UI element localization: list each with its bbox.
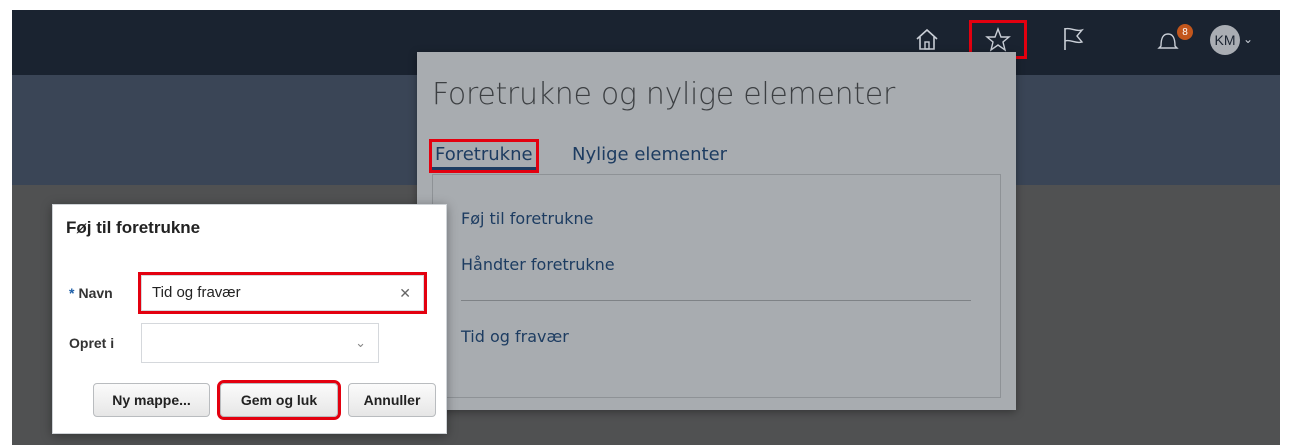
- favorites-popup: Foretrukne og nylige elementer Foretrukn…: [417, 52, 1016, 410]
- name-field[interactable]: Tid og fravær ✕: [138, 272, 427, 314]
- tab-favorites[interactable]: Foretrukne: [429, 139, 539, 173]
- home-icon[interactable]: [912, 24, 942, 54]
- cancel-button[interactable]: Annuller: [348, 383, 436, 417]
- chevron-down-icon: ⌄: [355, 335, 366, 350]
- save-close-button[interactable]: Gem og luk: [217, 380, 341, 420]
- chevron-down-icon[interactable]: ⌄: [1243, 32, 1253, 46]
- required-marker: *: [69, 285, 75, 301]
- new-folder-button[interactable]: Ny mappe...: [93, 383, 210, 417]
- tab-recent-items[interactable]: Nylige elementer: [569, 142, 730, 167]
- name-field-value: Tid og fravær: [152, 284, 241, 301]
- flag-icon[interactable]: [1058, 24, 1088, 54]
- favorites-tab-body: Føj til foretrukne Håndter foretrukne Ti…: [432, 174, 1001, 398]
- clear-icon[interactable]: ✕: [399, 285, 411, 302]
- divider: [461, 300, 971, 301]
- add-to-favorites-link[interactable]: Føj til foretrukne: [461, 209, 594, 228]
- create-in-label: Opret i: [69, 335, 115, 351]
- create-in-select[interactable]: ⌄: [141, 323, 379, 363]
- favorites-tabs: Foretrukne Nylige elementer: [429, 139, 1002, 173]
- add-favorite-dialog: Føj til foretrukne * Navn Tid og fravær ✕…: [52, 204, 447, 434]
- notification-badge: 8: [1177, 24, 1193, 40]
- name-label: * Navn: [69, 285, 113, 301]
- favorite-item[interactable]: Tid og fravær: [461, 327, 569, 346]
- avatar[interactable]: KM: [1210, 25, 1240, 55]
- manage-favorites-link[interactable]: Håndter foretrukne: [461, 255, 615, 274]
- favorites-title: Foretrukne og nylige elementer: [432, 77, 895, 112]
- dialog-title: Føj til foretrukne: [66, 218, 201, 237]
